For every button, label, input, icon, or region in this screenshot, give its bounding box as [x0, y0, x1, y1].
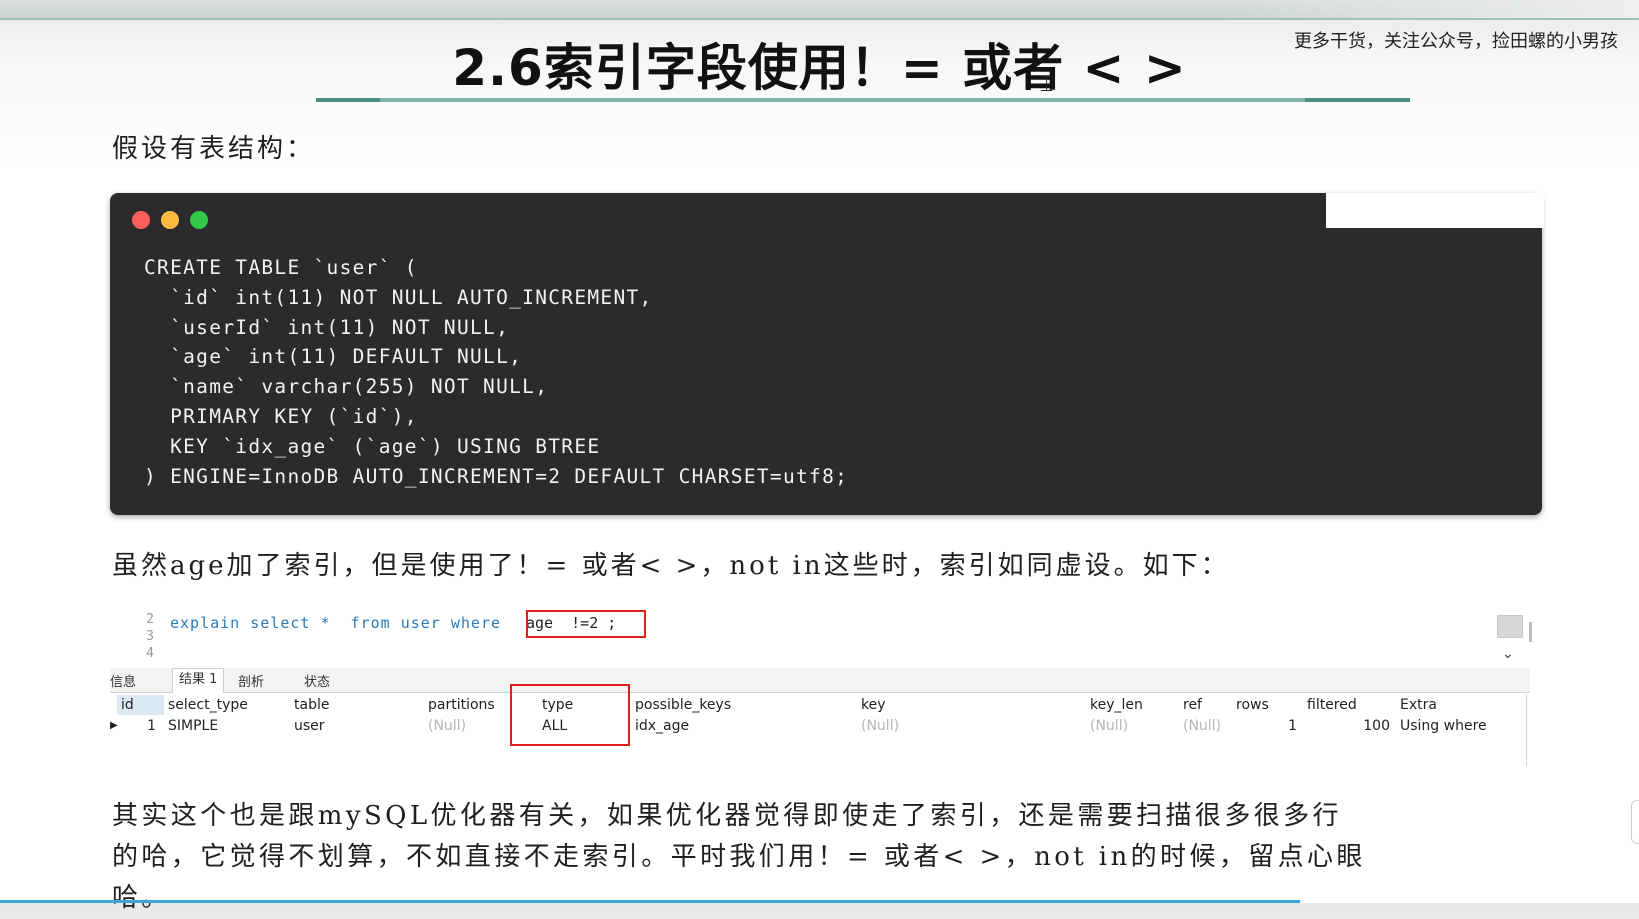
code-lines: CREATE TABLE `user` ( `id` int(11) NOT N… [144, 253, 848, 491]
code-line: KEY `idx_age` (`age`) USING BTREE [144, 434, 601, 458]
cell-rows[interactable]: 1 [1236, 716, 1297, 736]
conclusion-line: 的哈，它觉得不划算，不如直接不走索引。平时我们用！= 或者< >，not in的… [112, 842, 1366, 872]
code-line: `name` varchar(255) NOT NULL, [144, 375, 549, 399]
code-line: CREATE TABLE `user` ( [144, 256, 418, 279]
column-header-select-type[interactable]: select_type [168, 694, 248, 716]
tab-info[interactable]: 信息 [110, 671, 136, 690]
row-pointer-icon: ▶ [110, 720, 118, 731]
editor-scrollbar-thumb[interactable] [1497, 615, 1523, 638]
intro-text: 假设有表结构： [112, 134, 316, 164]
cell-ref[interactable]: (Null) [1183, 716, 1221, 736]
cell-id[interactable]: 1 [128, 716, 156, 736]
editor-scrollbar-track[interactable] [1529, 622, 1532, 642]
sql-query: explain select * from user where [170, 614, 502, 632]
cell-partitions[interactable]: (Null) [428, 716, 466, 736]
code-line: `age` int(11) DEFAULT NULL, [144, 345, 523, 369]
minimize-dot-icon [161, 211, 179, 229]
code-line: PRIMARY KEY (`id`), [144, 404, 418, 428]
column-header-table[interactable]: table [294, 694, 329, 716]
promo-text: 更多干货，关注公众号，捡田螺的小男孩 [1294, 31, 1618, 52]
column-header-ref[interactable]: ref [1183, 694, 1202, 716]
cell-key-len[interactable]: (Null) [1090, 716, 1128, 736]
tab-status[interactable]: 状态 [304, 671, 330, 690]
maximize-dot-icon [190, 211, 208, 229]
cell-possible-keys[interactable]: idx_age [635, 716, 689, 736]
column-header-partitions[interactable]: partitions [428, 694, 495, 716]
cell-extra[interactable]: Using where [1400, 716, 1487, 736]
grid-right-border [1526, 694, 1527, 766]
line-number: 4 [146, 646, 154, 661]
code-block-notch [1326, 193, 1544, 228]
cell-key[interactable]: (Null) [861, 716, 899, 736]
result-tabs: 信息 结果 1 剖析 状态 [110, 668, 1530, 693]
column-header-id[interactable]: id [121, 694, 134, 716]
side-handle[interactable] [1631, 800, 1639, 844]
highlight-box-condition [526, 610, 646, 638]
title-underline [316, 98, 1410, 102]
cell-table[interactable]: user [294, 716, 325, 736]
column-header-key[interactable]: key [861, 694, 886, 716]
line-number: 2 [146, 612, 154, 627]
cell-select-type[interactable]: SIMPLE [168, 716, 218, 736]
line-number: 3 [146, 629, 154, 644]
cell-filtered[interactable]: 100 [1307, 716, 1390, 736]
result-grid: id select_type table partitions type pos… [110, 694, 1530, 766]
window-top-bar-right [1219, 0, 1639, 18]
column-header-rows[interactable]: rows [1236, 694, 1269, 716]
column-header-filtered[interactable]: filtered [1307, 694, 1357, 716]
column-header-possible-keys[interactable]: possible_keys [635, 694, 731, 716]
conclusion-line: 其实这个也是跟mySQL优化器有关，如果优化器觉得即使走了索引，还是需要扫描很多… [112, 801, 1342, 831]
chevron-down-icon[interactable]: ⌄ [1502, 646, 1514, 662]
highlight-box-type [510, 684, 630, 746]
code-line: ) ENGINE=InnoDB AUTO_INCREMENT=2 DEFAULT… [144, 464, 849, 488]
explain-text: 虽然age加了索引，但是使用了！= 或者< >，not in这些时，索引如同虚设… [112, 551, 1230, 581]
tab-result-1[interactable]: 结果 1 [172, 668, 225, 693]
code-block: CREATE TABLE `user` ( `id` int(11) NOT N… [110, 193, 1542, 515]
close-dot-icon [132, 211, 150, 229]
sql-editor[interactable]: 2 3 4 explain select * from user where a… [110, 608, 1530, 666]
tab-profile[interactable]: 剖析 [238, 671, 264, 690]
column-header-key-len[interactable]: key_len [1090, 694, 1143, 716]
window-controls [132, 211, 219, 233]
text-cursor-icon: ⌶ [1040, 72, 1054, 97]
column-header-extra[interactable]: Extra [1400, 694, 1437, 716]
code-line: `userId` int(11) NOT NULL, [144, 315, 510, 339]
code-line: `id` int(11) NOT NULL AUTO_INCREMENT, [144, 285, 653, 309]
conclusion-line: 哈。 [112, 883, 171, 913]
